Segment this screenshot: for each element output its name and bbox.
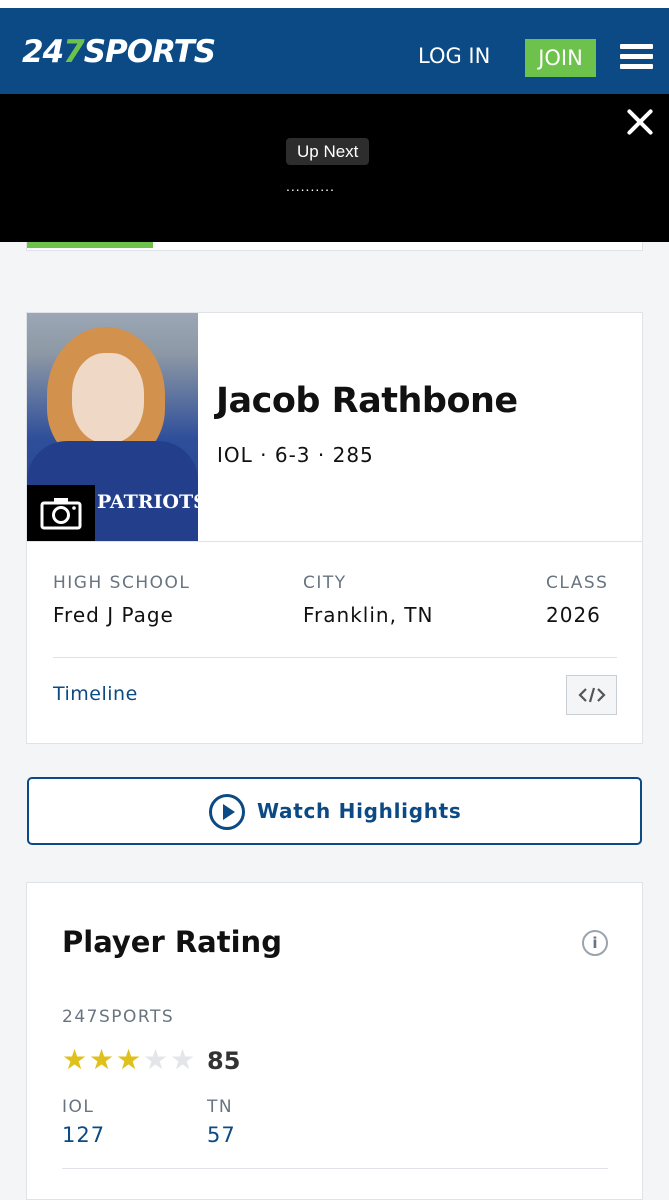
high-school-value: Fred J Page xyxy=(53,603,174,627)
watch-highlights-label: Watch Highlights xyxy=(257,799,462,823)
video-player[interactable] xyxy=(0,94,669,242)
logo-number: 247 xyxy=(22,34,85,70)
site-logo[interactable]: 247SPORTS xyxy=(22,34,216,70)
position-rank-value[interactable]: 127 xyxy=(62,1123,105,1147)
player-rating-card: Player Rating i 247SPORTS ★ ★ ★ ★ ★ 85 IOL 1… xyxy=(26,882,643,1200)
class-value: 2026 xyxy=(546,603,601,627)
star-filled-icon: ★ xyxy=(116,1044,142,1075)
watch-highlights-button[interactable]: Watch Highlights xyxy=(27,777,642,845)
star-rating: ★ ★ ★ ★ ★ xyxy=(62,1045,197,1075)
city-label: CITY xyxy=(303,573,347,593)
rating-source: 247SPORTS xyxy=(62,1007,175,1027)
progress-strip xyxy=(26,242,643,251)
rating-score: 85 xyxy=(207,1047,241,1075)
player-photo[interactable]: PATRIOTS xyxy=(27,313,198,541)
state-rank-label: TN xyxy=(207,1097,234,1117)
city-value: Franklin, TN xyxy=(303,603,434,627)
hamburger-menu-icon[interactable] xyxy=(620,44,653,70)
info-icon[interactable]: i xyxy=(582,930,608,956)
star-empty-icon: ★ xyxy=(143,1044,169,1075)
status-strip xyxy=(0,0,669,8)
code-icon xyxy=(577,687,606,703)
star-filled-icon: ★ xyxy=(62,1044,88,1075)
state-rank-value[interactable]: 57 xyxy=(207,1123,236,1147)
high-school-label: HIGH SCHOOL xyxy=(53,573,191,593)
player-name: Jacob Rathbone xyxy=(216,381,518,421)
site-header: 247SPORTS LOG IN JOIN xyxy=(0,8,669,94)
video-title-loading: .......... xyxy=(286,178,335,194)
position-rank-label: IOL xyxy=(62,1097,95,1117)
logo-text: SPORTS xyxy=(83,34,216,70)
up-next-badge: Up Next xyxy=(286,138,370,165)
login-link[interactable]: LOG IN xyxy=(418,44,490,68)
class-label: CLASS xyxy=(546,573,609,593)
player-rating-title: Player Rating xyxy=(62,925,282,959)
camera-icon[interactable] xyxy=(27,485,95,541)
star-empty-icon: ★ xyxy=(170,1044,196,1075)
player-profile-card: PATRIOTS Jacob Rathbone IOL · 6-3 · 285 … xyxy=(26,312,643,744)
photo-jersey-text: PATRIOTS xyxy=(97,491,198,513)
play-icon xyxy=(209,794,245,830)
timeline-link[interactable]: Timeline xyxy=(53,683,138,705)
player-position-size: IOL · 6-3 · 285 xyxy=(217,443,374,467)
star-filled-icon: ★ xyxy=(89,1044,115,1075)
embed-code-button[interactable] xyxy=(566,675,617,715)
close-icon[interactable] xyxy=(626,108,654,136)
join-button[interactable]: JOIN xyxy=(525,39,596,77)
